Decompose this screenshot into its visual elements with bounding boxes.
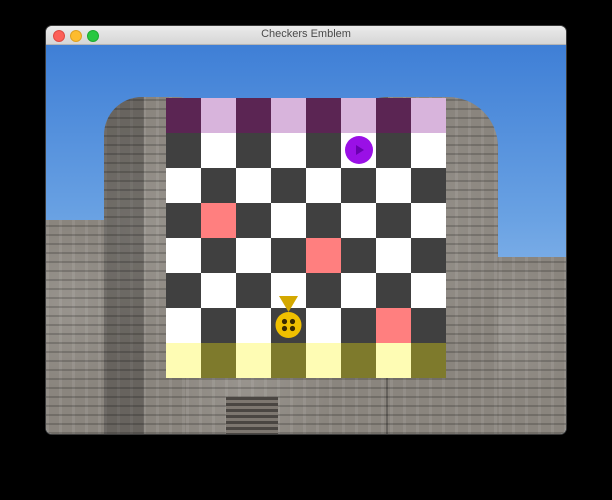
board-square[interactable] — [201, 273, 236, 308]
board-square[interactable] — [271, 343, 306, 378]
purple-arrow-disc-icon[interactable] — [345, 136, 373, 164]
board-square[interactable] — [166, 308, 201, 343]
board-square[interactable] — [271, 238, 306, 273]
board-square[interactable] — [271, 168, 306, 203]
board-square[interactable] — [166, 168, 201, 203]
board-square[interactable] — [236, 238, 271, 273]
board-square[interactable] — [341, 343, 376, 378]
board-square[interactable] — [376, 168, 411, 203]
emblem-dot — [281, 318, 288, 325]
checkers-board[interactable] — [166, 98, 446, 378]
board-square[interactable] — [236, 203, 271, 238]
board-square[interactable] — [306, 203, 341, 238]
board-square[interactable] — [411, 168, 446, 203]
board-square[interactable] — [306, 308, 341, 343]
board-square[interactable] — [341, 98, 376, 133]
emblem-dot — [281, 325, 288, 332]
board-square[interactable] — [306, 168, 341, 203]
board-square[interactable] — [201, 308, 236, 343]
board-square[interactable] — [201, 238, 236, 273]
board-square[interactable] — [201, 343, 236, 378]
tower-shadow — [104, 97, 144, 434]
app-window: Checkers Emblem — [46, 26, 566, 434]
castle-stairs — [226, 397, 278, 434]
game-viewport — [46, 45, 566, 434]
board-square[interactable] — [411, 133, 446, 168]
board-square[interactable] — [341, 133, 376, 168]
board-square[interactable] — [341, 308, 376, 343]
board-square[interactable] — [166, 343, 201, 378]
board-square[interactable] — [306, 133, 341, 168]
board-square[interactable] — [306, 343, 341, 378]
board-square[interactable] — [411, 273, 446, 308]
board-square[interactable] — [341, 273, 376, 308]
board-square[interactable] — [411, 238, 446, 273]
board-square[interactable] — [411, 343, 446, 378]
board-square[interactable] — [271, 296, 306, 343]
title-bar[interactable]: Checkers Emblem — [46, 26, 566, 45]
board-square[interactable] — [201, 98, 236, 133]
board-square[interactable] — [236, 343, 271, 378]
emblem-dot — [289, 325, 296, 332]
board-square[interactable] — [376, 343, 411, 378]
board-square[interactable] — [271, 133, 306, 168]
board-square[interactable] — [236, 98, 271, 133]
board-square[interactable] — [376, 98, 411, 133]
emblem-dot — [289, 318, 296, 325]
board-square[interactable] — [201, 203, 236, 238]
board-square[interactable] — [271, 98, 306, 133]
board-square[interactable] — [411, 308, 446, 343]
board-square[interactable] — [411, 98, 446, 133]
board-square[interactable] — [341, 168, 376, 203]
board-square[interactable] — [411, 203, 446, 238]
board-square[interactable] — [271, 203, 306, 238]
board-square[interactable] — [341, 203, 376, 238]
board-square[interactable] — [166, 133, 201, 168]
board-square[interactable] — [376, 203, 411, 238]
arrow-icon — [356, 145, 364, 155]
board-square[interactable] — [236, 308, 271, 343]
board-square[interactable] — [236, 133, 271, 168]
board-square[interactable] — [376, 133, 411, 168]
board-square[interactable] — [201, 168, 236, 203]
board-square[interactable] — [306, 98, 341, 133]
board-square[interactable] — [166, 203, 201, 238]
emblem-disc — [275, 312, 302, 338]
board-square[interactable] — [341, 238, 376, 273]
window-title: Checkers Emblem — [261, 28, 351, 40]
board-square[interactable] — [306, 273, 341, 308]
board-square[interactable] — [236, 168, 271, 203]
board-square[interactable] — [166, 273, 201, 308]
board-square[interactable] — [166, 238, 201, 273]
board-square[interactable] — [201, 133, 236, 168]
board-square[interactable] — [376, 238, 411, 273]
castle-wall-right — [486, 257, 566, 434]
board-square[interactable] — [376, 273, 411, 308]
board-square[interactable] — [306, 238, 341, 273]
board-square[interactable] — [376, 308, 411, 343]
board-square[interactable] — [236, 273, 271, 308]
board-square[interactable] — [166, 98, 201, 133]
gold-crown-emblem-icon[interactable] — [271, 296, 306, 343]
